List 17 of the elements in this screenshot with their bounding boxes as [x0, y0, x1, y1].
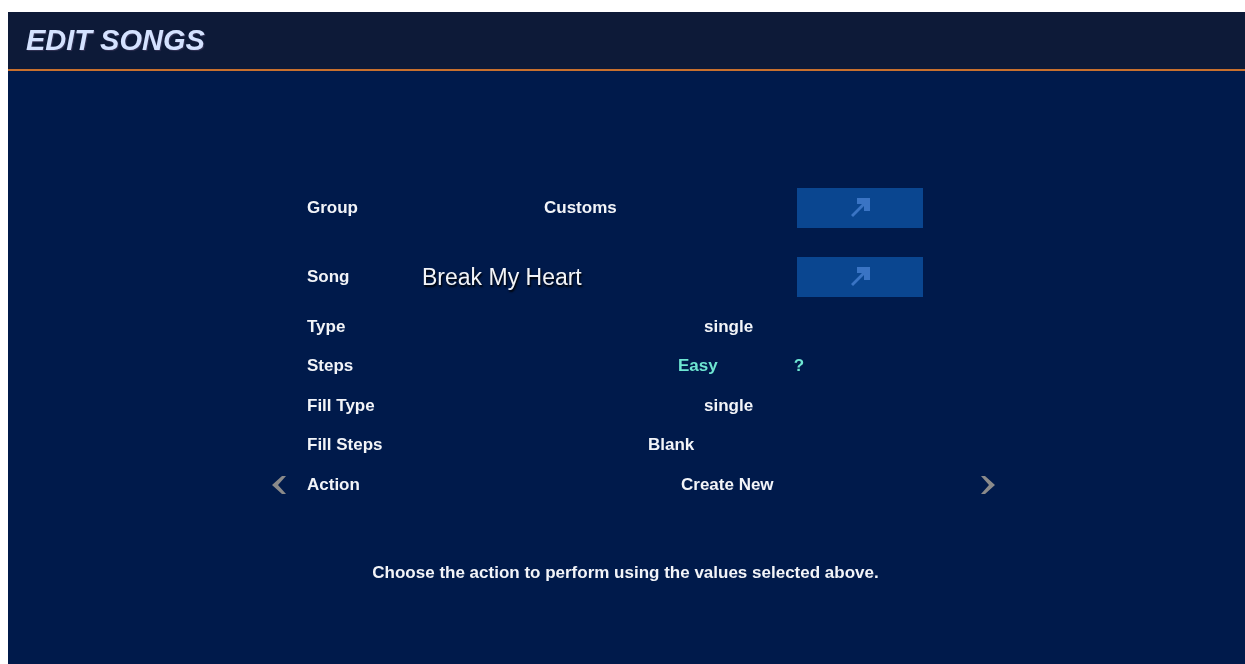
row-label: Fill Type — [307, 395, 376, 416]
row-label: Song — [307, 267, 351, 287]
row-label: Group — [307, 198, 359, 218]
song-title: Break My Heart — [422, 263, 582, 291]
row-value: Create New — [681, 474, 774, 495]
difficulty-meter: ? — [793, 356, 805, 377]
row-value: Blank — [648, 435, 695, 456]
row-label: Steps — [307, 356, 355, 377]
row-label: Fill Steps — [307, 435, 384, 456]
row-label: Type — [307, 316, 347, 337]
row-value: Customs — [544, 198, 617, 218]
row-value: single — [704, 316, 754, 337]
help-text: Choose the action to perform using the values selected above. — [371, 562, 880, 583]
row-value: Easy — [678, 356, 718, 377]
screen-title: EDIT SONGS — [26, 24, 205, 57]
row-value: single — [704, 395, 754, 416]
row-label: Action — [307, 474, 361, 495]
